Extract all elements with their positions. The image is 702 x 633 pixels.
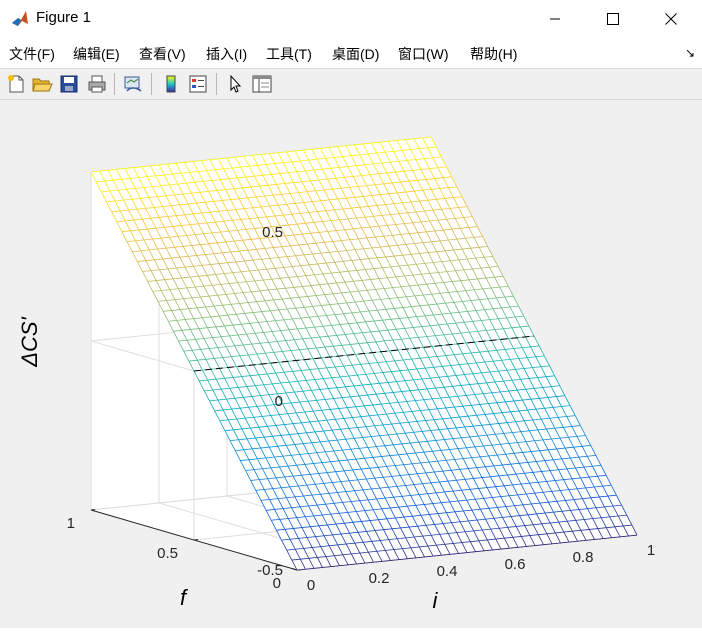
insert-legend-icon[interactable] xyxy=(187,73,209,95)
menu-tools[interactable]: 工具(T) xyxy=(266,44,312,64)
menu-bar: 文件(F) 编辑(E) 查看(V) 插入(I) 工具(T) 桌面(D) 窗口(W… xyxy=(0,38,702,69)
z-axis-label: ΔCS' xyxy=(17,316,42,367)
menu-view[interactable]: 查看(V) xyxy=(139,44,186,64)
minimize-icon xyxy=(549,13,561,25)
menu-desktop[interactable]: 桌面(D) xyxy=(332,44,379,64)
x-tick-label: 1 xyxy=(647,542,655,559)
menu-help[interactable]: 帮助(H) xyxy=(470,44,517,64)
toolbar-separator xyxy=(216,73,217,95)
pointer-icon[interactable] xyxy=(225,73,247,95)
x-tick-label: 0.6 xyxy=(505,556,526,573)
maximize-icon xyxy=(607,13,619,25)
title-bar: Figure 1 xyxy=(0,0,702,38)
y-tick-label: 0.5 xyxy=(157,545,178,562)
x-tick-label: 0.2 xyxy=(369,570,390,587)
z-tick-label: 0 xyxy=(275,393,283,410)
close-button[interactable] xyxy=(642,0,700,38)
menu-file[interactable]: 文件(F) xyxy=(9,44,55,64)
minimize-button[interactable] xyxy=(526,0,584,38)
property-inspector-icon[interactable] xyxy=(251,73,273,95)
y-axis-label: f xyxy=(180,585,189,610)
x-axis-label: i xyxy=(433,588,439,613)
z-tick-label: 0.5 xyxy=(262,224,283,241)
x-tick-label: 0.8 xyxy=(573,549,594,566)
dock-arrow-icon[interactable]: ↘ xyxy=(685,46,695,60)
print-icon[interactable] xyxy=(86,73,108,95)
menu-edit[interactable]: 编辑(E) xyxy=(73,44,120,64)
menu-insert[interactable]: 插入(I) xyxy=(206,44,247,64)
open-file-icon[interactable] xyxy=(31,73,53,95)
window-title: Figure 1 xyxy=(36,9,91,26)
matlab-logo-icon xyxy=(10,9,30,29)
figure-canvas: 00.20.40.60.8100.51-0.500.5 i f ΔCS' xyxy=(0,100,702,628)
close-icon xyxy=(665,13,677,25)
toolbar xyxy=(0,69,702,100)
maximize-button[interactable] xyxy=(584,0,642,38)
x-tick-label: 0 xyxy=(307,577,315,594)
surface-plot[interactable]: 00.20.40.60.8100.51-0.500.5 i f ΔCS' xyxy=(0,100,702,628)
toolbar-separator xyxy=(151,73,152,95)
x-tick-label: 0.4 xyxy=(437,563,458,580)
link-plot-icon[interactable] xyxy=(122,73,144,95)
z-tick-label: -0.5 xyxy=(257,562,283,579)
save-icon[interactable] xyxy=(58,73,80,95)
toolbar-separator xyxy=(114,73,115,95)
insert-colorbar-icon[interactable] xyxy=(160,73,182,95)
new-figure-icon[interactable] xyxy=(5,73,27,95)
menu-window[interactable]: 窗口(W) xyxy=(398,44,449,64)
y-tick-label: 1 xyxy=(67,515,75,532)
figure-window: Figure 1 文件(F) 编辑(E) 查看(V) 插入(I) 工具(T) 桌… xyxy=(0,0,702,628)
